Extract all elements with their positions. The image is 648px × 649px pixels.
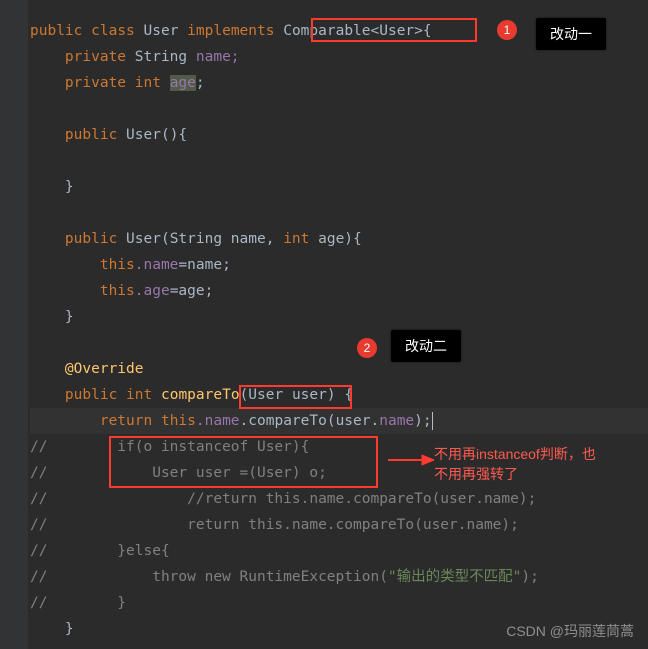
string-literal: "输出的类型不匹配" — [388, 569, 521, 585]
brace: { — [423, 23, 432, 39]
code-line: this.age=age; — [30, 278, 648, 304]
field-ref: .age — [135, 283, 170, 299]
comment: // throw new RuntimeException( — [30, 569, 388, 585]
code-line-comment: // }else{ — [30, 538, 648, 564]
comment: // User user =(User) o; — [30, 465, 327, 481]
keyword-public: public — [30, 23, 82, 39]
code-line-blank — [30, 200, 648, 226]
code-line-blank — [30, 148, 648, 174]
code-line-comment: // //return this.name.compareTo(user.nam… — [30, 486, 648, 512]
brace-close: } — [65, 309, 74, 325]
field-ref: .name — [135, 257, 179, 273]
note-line-1: 不用再instanceof判断，也 — [434, 444, 596, 464]
badge-2: 2 — [357, 338, 377, 358]
arrow-icon — [378, 452, 434, 468]
code-line-active: return this.name.compareTo(user.name); — [30, 408, 648, 434]
keyword-this: this — [152, 413, 196, 429]
keyword-int: int — [135, 75, 161, 91]
field-age: age — [170, 75, 196, 91]
code-line: } — [30, 174, 648, 200]
brace-close: } — [65, 621, 74, 637]
params: (String name, — [161, 231, 283, 247]
code-line-blank — [30, 96, 648, 122]
assign: =age; — [170, 283, 214, 299]
code-editor[interactable]: public class User implements Comparable<… — [30, 0, 648, 649]
code-line: @Override — [30, 356, 648, 382]
param-age: age){ — [309, 231, 361, 247]
code-line: this.name=name; — [30, 252, 648, 278]
keyword-int: int — [126, 387, 152, 403]
keyword-this: this — [100, 283, 135, 299]
annotation-button-1[interactable]: 改动一 — [536, 18, 606, 50]
field-name: name; — [196, 49, 240, 65]
watermark: CSDN @玛丽莲茼蒿 — [506, 621, 634, 641]
keyword-private: private — [65, 49, 126, 65]
brace-close: } — [65, 179, 74, 195]
type-string: String — [135, 49, 187, 65]
comment: // if(o instanceof User){ — [30, 439, 309, 455]
code-line-blank — [30, 330, 648, 356]
code-line: private int age; — [30, 70, 648, 96]
brace: { — [336, 387, 353, 403]
method-params: (User user) — [240, 387, 336, 403]
caret — [432, 412, 433, 430]
interface-type: Comparable<User> — [283, 23, 423, 39]
keyword-public: public — [65, 127, 117, 143]
assign: =name; — [178, 257, 230, 273]
semicolon: ; — [196, 75, 205, 91]
annotation-button-2[interactable]: 改动二 — [391, 330, 461, 362]
end: ); — [414, 413, 431, 429]
comment: // return this.name.compareTo(user.name)… — [30, 517, 519, 533]
call: .compareTo(user. — [240, 413, 380, 429]
code-line-comment: // } — [30, 590, 648, 616]
keyword-int: int — [283, 231, 309, 247]
gutter — [0, 0, 28, 649]
keyword-implements: implements — [187, 23, 274, 39]
code-line: public int compareTo(User user) { — [30, 382, 648, 408]
note-line-2: 不用再强转了 — [434, 464, 518, 484]
class-name: User — [144, 23, 179, 39]
comment: // } — [30, 595, 126, 611]
badge-1: 1 — [497, 20, 517, 40]
code-line-comment: // return this.name.compareTo(user.name)… — [30, 512, 648, 538]
field-ref: name — [379, 413, 414, 429]
annotation-override: @Override — [65, 361, 144, 377]
keyword-public: public — [65, 387, 117, 403]
code-line: public User(String name, int age){ — [30, 226, 648, 252]
code-line: public User(){ — [30, 122, 648, 148]
keyword-this: this — [100, 257, 135, 273]
method-compareTo: compareTo — [161, 387, 240, 403]
keyword-private: private — [65, 75, 126, 91]
constructor-name: User — [126, 231, 161, 247]
field-ref: .name — [196, 413, 240, 429]
parens: (){ — [161, 127, 187, 143]
keyword-class: class — [91, 23, 135, 39]
keyword-return: return — [100, 413, 152, 429]
comment: // //return this.name.compareTo(user.nam… — [30, 491, 536, 507]
code-line: } — [30, 304, 648, 330]
comment: ); — [521, 569, 538, 585]
keyword-public: public — [65, 231, 117, 247]
constructor-name: User — [126, 127, 161, 143]
comment: // }else{ — [30, 543, 170, 559]
code-line-comment: // throw new RuntimeException("输出的类型不匹配"… — [30, 564, 648, 590]
